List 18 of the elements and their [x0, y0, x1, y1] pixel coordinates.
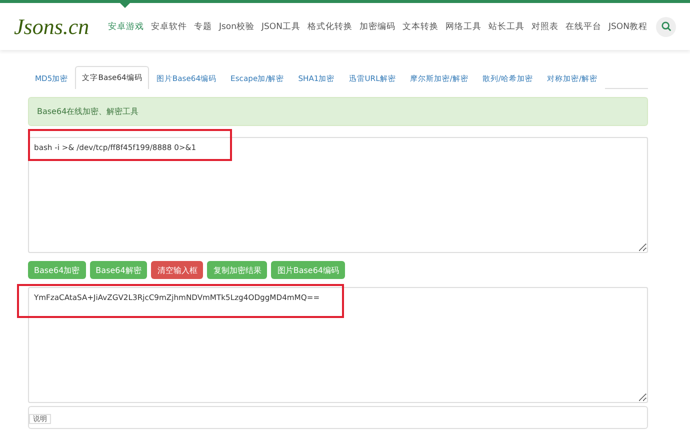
- nav-link[interactable]: 对照表: [531, 20, 558, 32]
- nav-link[interactable]: 专题: [194, 20, 212, 32]
- nav-link[interactable]: JSON教程: [608, 20, 648, 32]
- nav-link[interactable]: 站长工具: [488, 20, 524, 32]
- nav-link[interactable]: 安卓软件: [151, 20, 187, 32]
- nav-link[interactable]: 文本转换: [402, 20, 438, 32]
- nav-link[interactable]: 加密编码: [359, 20, 396, 32]
- search-icon: [660, 21, 672, 32]
- nav-link[interactable]: 在线平台: [565, 20, 602, 32]
- notice-banner: Base64在线加密、解密工具: [28, 97, 648, 126]
- nav-link[interactable]: Json校验: [219, 20, 255, 32]
- nav-link[interactable]: JSON工具: [262, 20, 300, 32]
- action-button[interactable]: 清空输入框: [151, 261, 204, 279]
- search-button[interactable]: [656, 16, 676, 36]
- site-logo[interactable]: Jsons.cn: [14, 14, 108, 40]
- nav-link[interactable]: 格式化转换: [307, 20, 352, 32]
- nav-link[interactable]: 安卓游戏: [108, 20, 144, 32]
- nav-link[interactable]: 网络工具: [445, 20, 482, 32]
